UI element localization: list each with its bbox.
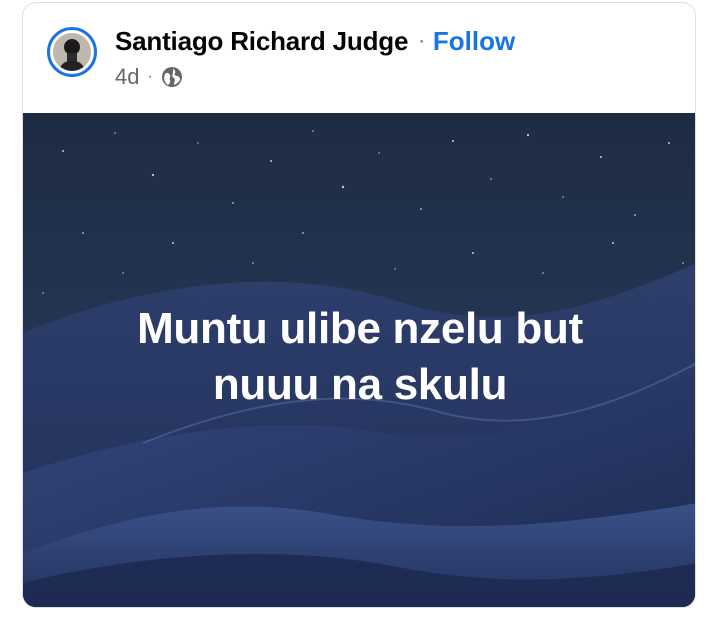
author-row: Santiago Richard Judge · Follow	[115, 23, 515, 59]
post-image[interactable]: Muntu ulibe nzelu but nuuu na skulu	[23, 113, 695, 607]
post-card: Santiago Richard Judge · Follow 4d · Mun…	[22, 2, 696, 608]
avatar-photo	[53, 33, 91, 71]
post-meta: 4d ·	[115, 63, 183, 91]
author-avatar[interactable]	[47, 27, 97, 77]
caption-line-2: nuuu na skulu	[212, 360, 508, 409]
post-timestamp[interactable]: 4d	[115, 64, 139, 90]
author-name[interactable]: Santiago Richard Judge	[115, 26, 408, 57]
separator-dot: ·	[418, 29, 425, 52]
follow-button[interactable]: Follow	[433, 26, 515, 57]
post-image-caption: Muntu ulibe nzelu but nuuu na skulu	[23, 301, 695, 413]
post-header: Santiago Richard Judge · Follow 4d ·	[23, 3, 695, 113]
caption-line-1: Muntu ulibe nzelu but	[137, 304, 583, 353]
globe-icon	[161, 66, 183, 88]
meta-separator-dot: ·	[147, 68, 153, 85]
